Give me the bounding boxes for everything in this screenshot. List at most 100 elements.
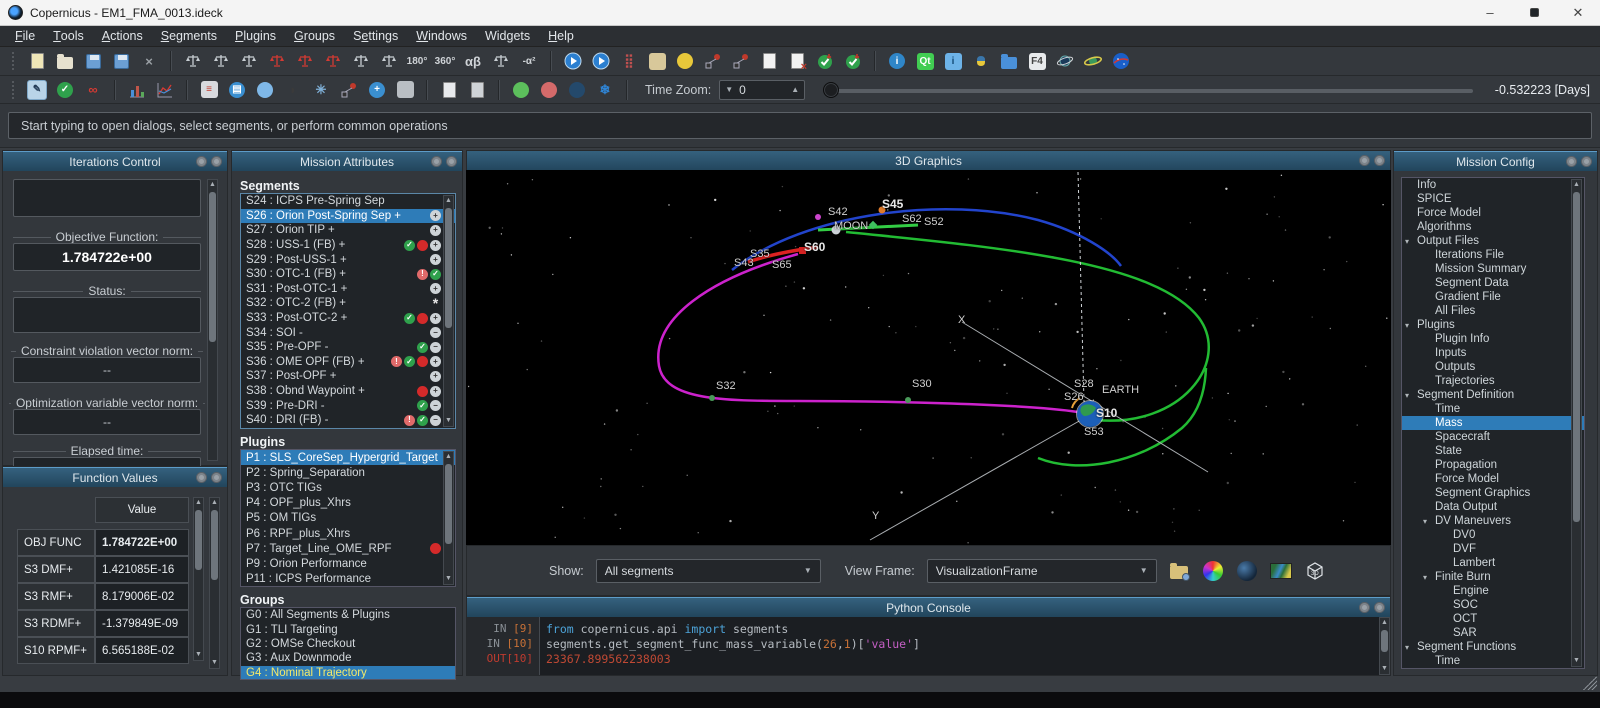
- segments-scrollbar[interactable]: ▲ ▼: [443, 195, 454, 427]
- minimize-button[interactable]: –: [1468, 0, 1512, 25]
- open-file-icon[interactable]: [55, 51, 75, 71]
- show-dropdown[interactable]: All segments ▼: [596, 559, 821, 583]
- alpha-sq-icon[interactable]: -α²: [519, 51, 539, 71]
- segment-row[interactable]: S28 : USS-1 (FB) +✓+: [241, 238, 455, 253]
- plugin-row[interactable]: P3 : OTC TIGs: [241, 480, 455, 495]
- group-row[interactable]: G3 : Aux Downmode: [241, 651, 455, 665]
- ok-icon[interactable]: ✓: [55, 80, 75, 100]
- scroll-up-icon[interactable]: ▲: [444, 452, 453, 462]
- python-icon[interactable]: [971, 51, 991, 71]
- segment-row[interactable]: S40 : DRI (FB) -!✓−: [241, 413, 455, 428]
- tree-item-dvf[interactable]: DVF: [1402, 542, 1584, 556]
- bar-chart-icon[interactable]: [127, 80, 147, 100]
- fv-scrollbar[interactable]: ▲ ▼: [193, 497, 204, 661]
- tree-item-mass[interactable]: Mass: [1402, 416, 1584, 430]
- tree-expand-icon[interactable]: ▾: [1423, 573, 1427, 582]
- segment-row[interactable]: S24 : ICPS Pre-Spring Sep: [241, 194, 455, 209]
- tree-item-trajectories[interactable]: Trajectories: [1402, 374, 1584, 388]
- blue-globe-icon[interactable]: [255, 80, 275, 100]
- group-row[interactable]: G0 : All Segments & Plugins: [241, 608, 455, 622]
- verify2-icon[interactable]: [843, 51, 863, 71]
- qt-icon[interactable]: Qt: [915, 51, 935, 71]
- mission-attributes-header[interactable]: Mission Attributes: [232, 151, 462, 171]
- scale-icon-3[interactable]: [239, 51, 259, 71]
- menu-windows[interactable]: Windows: [407, 26, 476, 46]
- panel-float-button[interactable]: [196, 472, 207, 483]
- tree-item-segment-data[interactable]: Segment Data: [1402, 276, 1584, 290]
- scale-icon-8[interactable]: [379, 51, 399, 71]
- node-graph2-icon[interactable]: [731, 51, 751, 71]
- function-values-header[interactable]: Function Values: [3, 467, 227, 487]
- scroll-up-icon[interactable]: ▲: [444, 196, 453, 206]
- console-code[interactable]: from copernicus.api import segmentssegme…: [539, 617, 1379, 675]
- resize-grip[interactable]: [1583, 676, 1597, 690]
- menu-tools[interactable]: Tools: [44, 26, 93, 46]
- f4-icon[interactable]: F4: [1027, 51, 1047, 71]
- segment-row[interactable]: S31 : Post-OTC-1 ++: [241, 282, 455, 297]
- tree-expand-icon[interactable]: ▾: [1405, 643, 1409, 652]
- tree-item-all-files[interactable]: All Files: [1402, 304, 1584, 318]
- fv-outer-scrollbar[interactable]: ▲ ▼: [209, 497, 220, 669]
- tree-item-plugins[interactable]: ▾Plugins: [1402, 318, 1584, 332]
- time-slider-track[interactable]: [833, 89, 1473, 93]
- infinity-icon[interactable]: ∞: [83, 80, 103, 100]
- scale-icon-1[interactable]: [183, 51, 203, 71]
- design-mode-icon[interactable]: ✎: [27, 80, 47, 100]
- tree-item-iterations-file[interactable]: Iterations File: [1402, 248, 1584, 262]
- close-button[interactable]: ✕: [1556, 0, 1600, 25]
- group-row[interactable]: G2 : OMSe Checkout: [241, 637, 455, 651]
- about-icon[interactable]: i: [943, 51, 963, 71]
- fv-value-column-header[interactable]: Value: [95, 497, 189, 523]
- alpha-beta-icon[interactable]: αβ: [463, 51, 483, 71]
- command-input[interactable]: Start typing to open dialogs, select seg…: [8, 112, 1592, 139]
- tree-item-time[interactable]: Time: [1402, 402, 1584, 416]
- texture-map-icon[interactable]: [1269, 559, 1293, 583]
- tree-item-oct[interactable]: OCT: [1402, 612, 1584, 626]
- plugin-row[interactable]: P7 : Target_Line_OME_RPF: [241, 541, 455, 556]
- orbit-icon[interactable]: [1055, 51, 1075, 71]
- tree-item-lambert[interactable]: Lambert: [1402, 556, 1584, 570]
- atom-icon[interactable]: ✳: [311, 80, 331, 100]
- saturn-icon[interactable]: [1083, 51, 1103, 71]
- plugin-row[interactable]: P11 : ICPS Performance: [241, 572, 455, 587]
- tree-item-finite-burn[interactable]: ▾Finite Burn: [1402, 570, 1584, 584]
- segment-row[interactable]: S39 : Pre-DRI -✓−: [241, 398, 455, 413]
- save-icon[interactable]: [83, 51, 103, 71]
- menu-file[interactable]: File: [6, 26, 44, 46]
- panel-float-button[interactable]: [1359, 602, 1370, 613]
- scroll-up-icon[interactable]: ▲: [194, 498, 203, 508]
- segment-row[interactable]: S33 : Post-OTC-2 +✓+: [241, 311, 455, 326]
- panel-float-button[interactable]: [431, 156, 442, 167]
- spinner-down-icon[interactable]: ▼: [725, 85, 733, 94]
- save-as-icon[interactable]: [111, 51, 131, 71]
- tree-item-dv-maneuvers[interactable]: ▾DV Maneuvers: [1402, 514, 1584, 528]
- tree-item-inputs[interactable]: Inputs: [1402, 346, 1584, 360]
- scroll-down-icon[interactable]: ▼: [1572, 656, 1581, 666]
- tree-item-info[interactable]: Info: [1402, 178, 1584, 192]
- time-slider-handle[interactable]: [823, 82, 839, 98]
- tree-item-output-files[interactable]: ▾Output Files: [1402, 234, 1584, 248]
- segment-row[interactable]: S26 : Orion Post-Spring Sep ++: [241, 209, 455, 224]
- run-all-icon[interactable]: [591, 51, 611, 71]
- tree-item-spice[interactable]: SPICE: [1402, 192, 1584, 206]
- panel-close-button[interactable]: [1374, 602, 1385, 613]
- scroll-up-icon[interactable]: ▲: [208, 180, 217, 190]
- tree-item-data-output[interactable]: Data Output: [1402, 500, 1584, 514]
- menu-plugins[interactable]: Plugins: [226, 26, 285, 46]
- tree-item-time[interactable]: Time: [1402, 654, 1584, 668]
- plugin-row[interactable]: P5 : OM TIGs: [241, 511, 455, 526]
- clipboard-icon[interactable]: [647, 51, 667, 71]
- plugin-row[interactable]: P9 : Orion Performance: [241, 556, 455, 571]
- close-file-icon[interactable]: ×: [139, 51, 159, 71]
- tree-item-mission-summary[interactable]: Mission Summary: [1402, 262, 1584, 276]
- dark-globe-icon[interactable]: [567, 80, 587, 100]
- menu-widgets[interactable]: Widgets: [476, 26, 539, 46]
- screenshot-icon[interactable]: [1167, 559, 1191, 583]
- plugin-row[interactable]: P6 : RPF_plus_Xhrs: [241, 526, 455, 541]
- group-row[interactable]: G4 : Nominal Trajectory: [241, 666, 455, 680]
- scale-icon-4[interactable]: [267, 51, 287, 71]
- celestial-body-icon[interactable]: [1235, 559, 1259, 583]
- scroll-down-icon[interactable]: ▼: [194, 650, 203, 660]
- segment-row[interactable]: S29 : Post-USS-1 ++: [241, 252, 455, 267]
- iterations-log-box[interactable]: [13, 179, 201, 217]
